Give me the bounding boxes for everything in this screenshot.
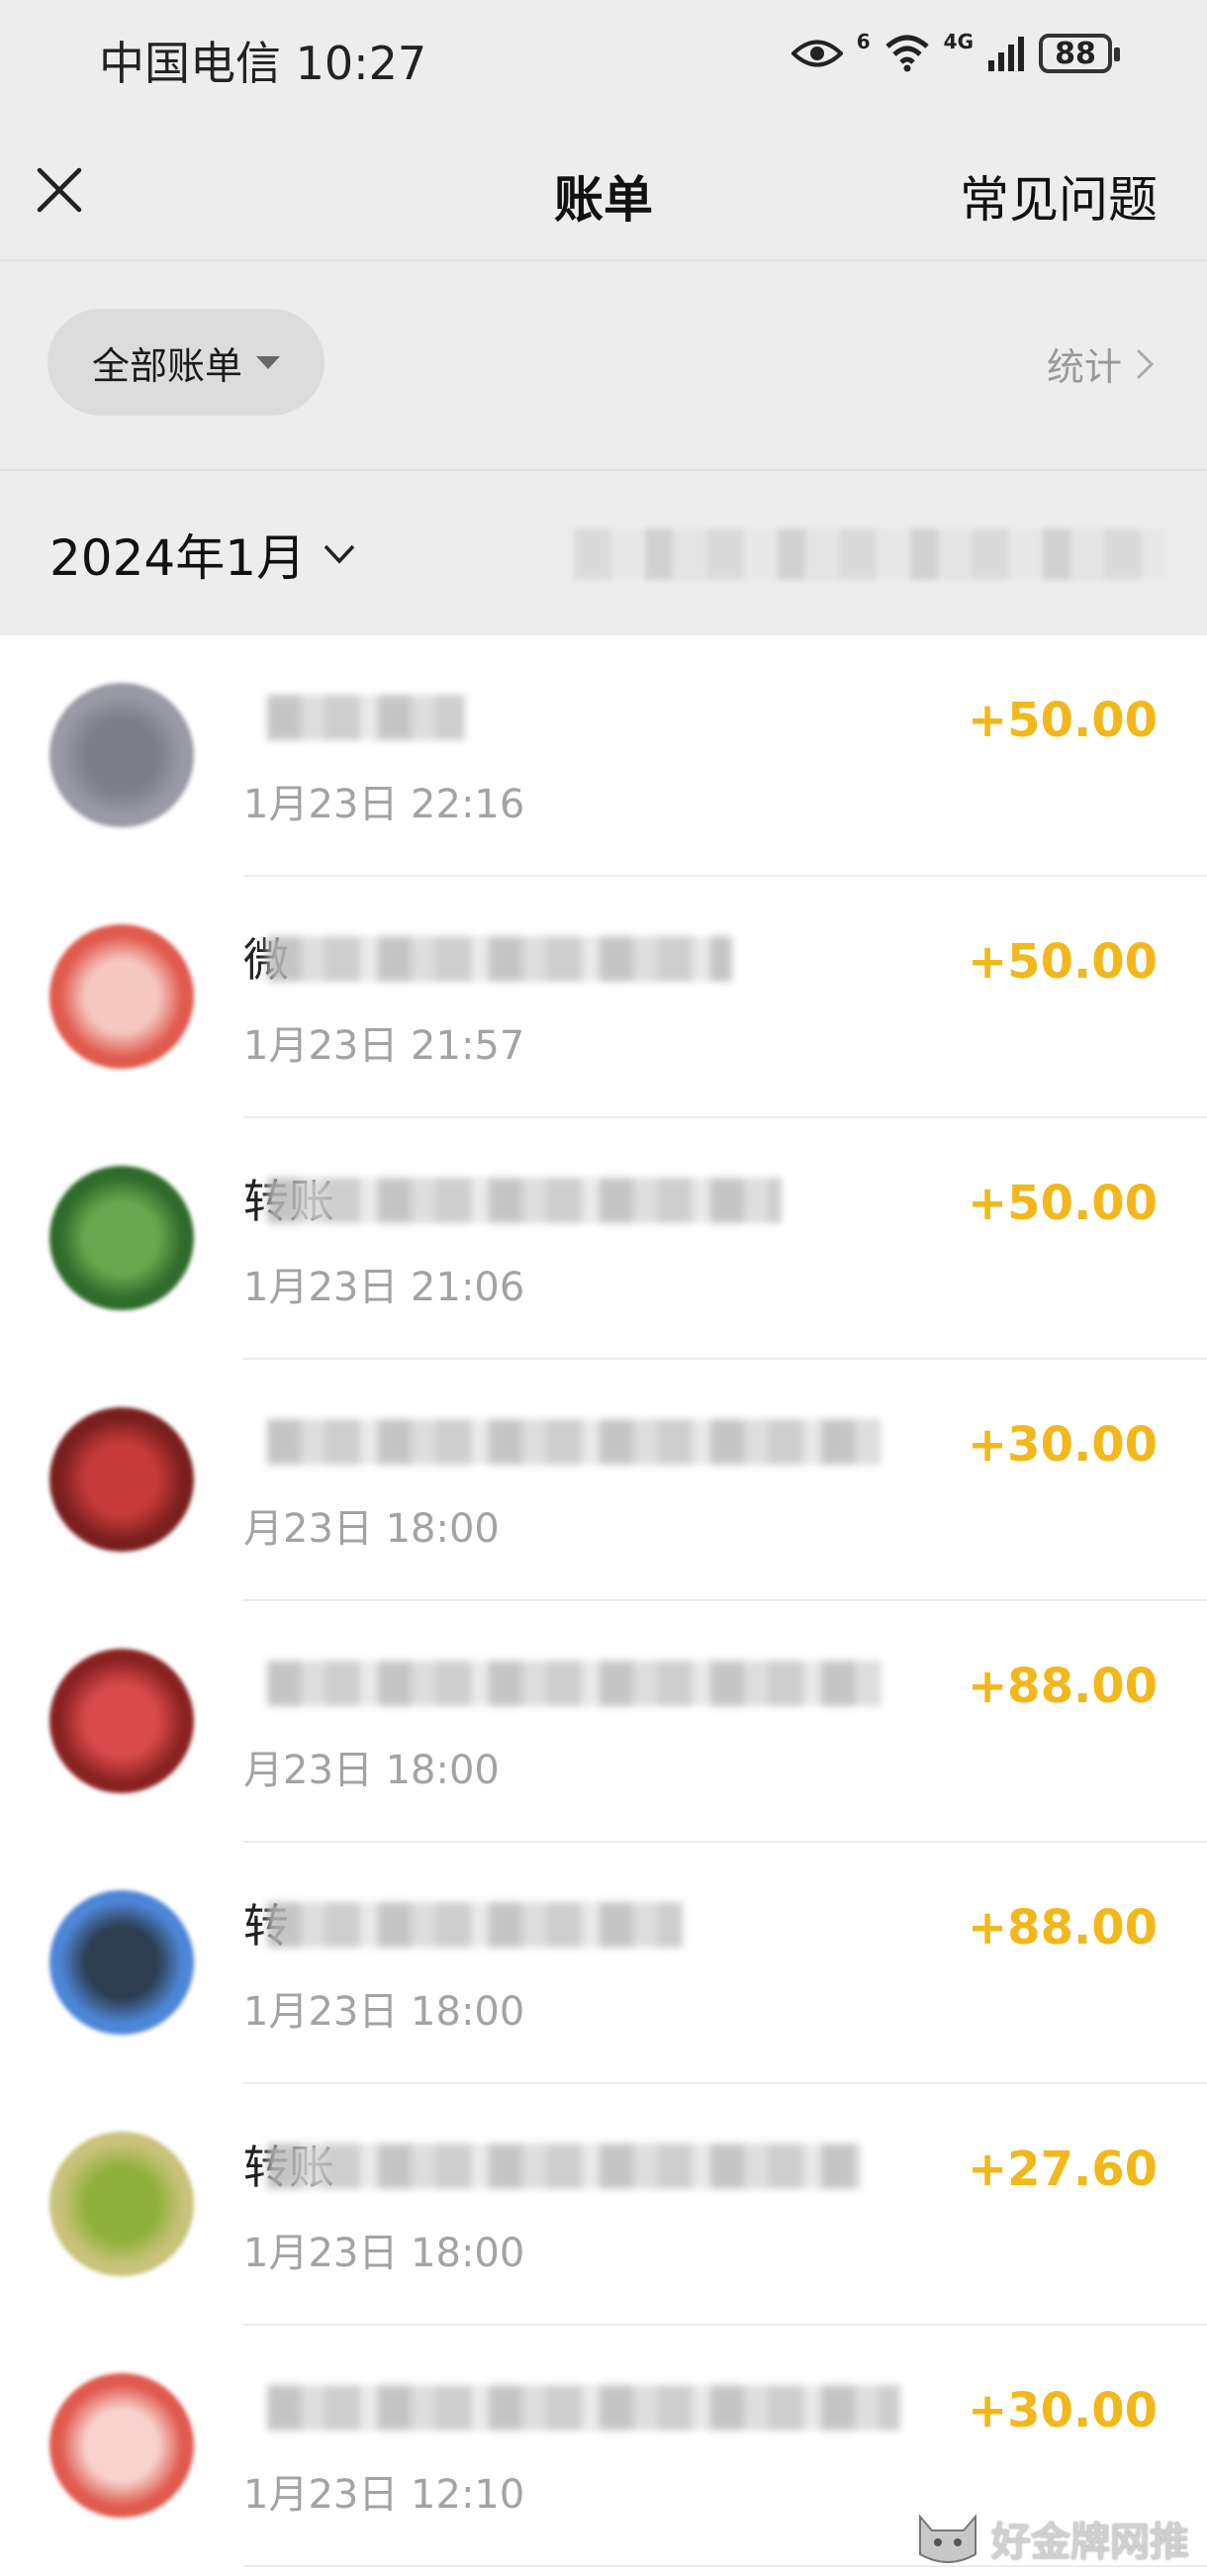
avatar: [49, 1649, 194, 1793]
bill-amount: +30.00: [967, 1417, 1158, 1473]
bill-list-item[interactable]: 月23日 18:00 +88.00: [0, 1601, 1207, 1843]
avatar: [49, 924, 194, 1069]
bill-filter-dropdown[interactable]: 全部账单: [47, 309, 325, 416]
bill-title-redacted: [267, 1661, 881, 1706]
bill-time: 1月23日 21:57: [243, 1023, 525, 1069]
bill-title-redacted: [267, 1902, 683, 1948]
avatar: [49, 1890, 194, 2035]
month-label: 2024年1月: [49, 529, 307, 587]
month-selector[interactable]: 2024年1月: [49, 519, 355, 590]
battery-level: 88: [1055, 36, 1096, 71]
battery-icon: 88: [1039, 34, 1120, 73]
bill-list-item[interactable]: 微 1月23日 21:57 +50.00: [0, 877, 1207, 1118]
avatar: [49, 683, 194, 827]
avatar: [49, 2132, 194, 2276]
status-carrier-time: 中国电信 10:27: [99, 37, 427, 90]
bill-title-redacted: [267, 2385, 900, 2431]
eye-icon: [790, 40, 843, 67]
bill-amount: +50.00: [967, 693, 1158, 748]
bill-time: 1月23日 21:06: [243, 1265, 525, 1310]
network-type-label: 4G: [943, 30, 974, 53]
bill-list: 1月23日 22:16+50.00微1月23日 21:57+50.00转账1月2…: [0, 635, 1207, 2567]
month-header: 2024年1月: [0, 471, 1207, 635]
bill-title-redacted: [267, 1419, 881, 1465]
bill-list-item[interactable]: 1月23日 22:16 +50.00: [0, 635, 1207, 877]
bill-time: 1月23日 22:16: [243, 782, 525, 827]
wifi-generation-label: 6: [856, 30, 871, 53]
bill-time: 月23日 18:00: [243, 1506, 500, 1552]
bill-time: 1月23日 18:00: [243, 1989, 525, 2035]
status-icons: 6 4G 88: [790, 30, 1120, 73]
caret-down-icon: [256, 355, 280, 369]
watermark-text: 好金牌网推: [991, 2520, 1189, 2565]
bill-list-item[interactable]: 转 1月23日 18:00 +88.00: [0, 1843, 1207, 2084]
bill-amount: +50.00: [967, 934, 1158, 990]
bill-time: 1月23日 12:10: [243, 2472, 525, 2518]
bill-amount: +50.00: [967, 1176, 1158, 1231]
bill-list-item[interactable]: 转账1月23日 18:00+27.60: [0, 2084, 1207, 2326]
month-summary-redacted: [574, 528, 1167, 580]
bill-amount: +27.60: [967, 2142, 1158, 2197]
bill-time: 1月23日 18:00: [243, 2231, 525, 2276]
bill-filter-label: 全部账单: [91, 343, 242, 388]
avatar: [49, 1166, 194, 1310]
bill-title-redacted: [267, 1178, 782, 1223]
avatar: [49, 2373, 194, 2518]
chevron-down-icon: [324, 544, 355, 564]
bill-amount: +30.00: [967, 2383, 1158, 2438]
watermark: 好金牌网推: [912, 2509, 1189, 2568]
bill-title-redacted: [267, 936, 732, 982]
chevron-right-icon: [1136, 348, 1154, 379]
bill-list-item[interactable]: 月23日 18:00 +30.00: [0, 1360, 1207, 1601]
filter-bar: 全部账单 统计: [0, 261, 1207, 469]
signal-icon: [988, 37, 1024, 71]
bill-amount: +88.00: [967, 1659, 1158, 1714]
nav-bar: 账单 常见问题: [0, 121, 1207, 259]
status-bar: 中国电信 10:27 6 4G 88: [0, 0, 1207, 121]
bill-time: 月23日 18:00: [243, 1748, 500, 1793]
statistics-label: 统计: [1046, 345, 1122, 389]
bill-title-redacted: [267, 2144, 861, 2189]
statistics-link[interactable]: 统计: [1047, 336, 1154, 391]
bill-amount: +88.00: [967, 1900, 1158, 1956]
cat-icon: [919, 2514, 976, 2563]
wifi-icon: [884, 35, 929, 72]
bill-list-item[interactable]: 转账1月23日 21:06+50.00: [0, 1118, 1207, 1360]
bill-title-redacted: [267, 695, 465, 740]
faq-link[interactable]: 常见问题: [960, 160, 1158, 232]
avatar: [49, 1407, 194, 1552]
